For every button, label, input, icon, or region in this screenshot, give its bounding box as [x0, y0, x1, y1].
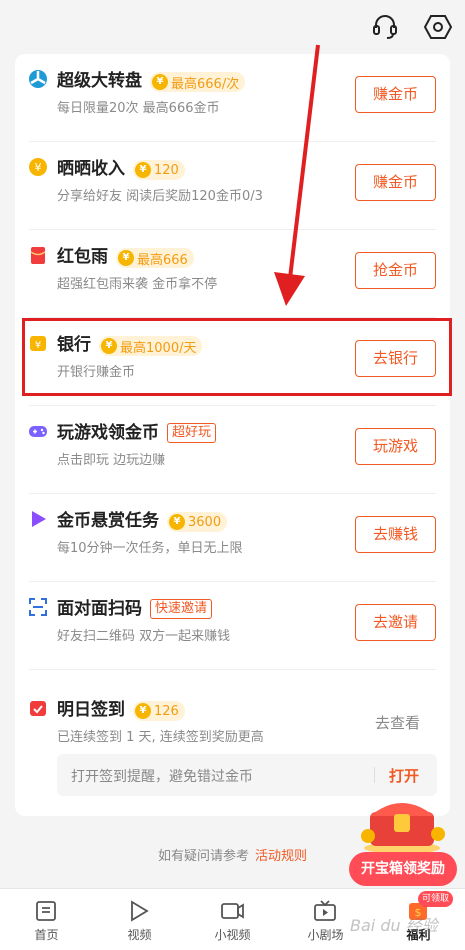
home-icon	[36, 901, 56, 921]
tab-label: 视频	[127, 928, 152, 942]
open-chest-button[interactable]: 开宝箱领奖励	[349, 852, 457, 886]
tab-home[interactable]: 首页	[0, 889, 93, 950]
tv-icon	[314, 900, 336, 921]
treasure-chest-icon[interactable]	[360, 790, 445, 855]
tab-video[interactable]: 视频	[93, 889, 186, 950]
camera-icon	[221, 903, 244, 919]
claimable-badge: 可领取	[418, 891, 454, 907]
video-play-icon	[131, 900, 149, 922]
tab-label: 首页	[34, 928, 59, 942]
rules-link[interactable]: 活动规则	[255, 849, 307, 864]
tab-label: 小视频	[214, 928, 251, 942]
watermark: Bai du 经验	[350, 916, 438, 935]
tab-short-video[interactable]: 小视频	[186, 889, 279, 950]
